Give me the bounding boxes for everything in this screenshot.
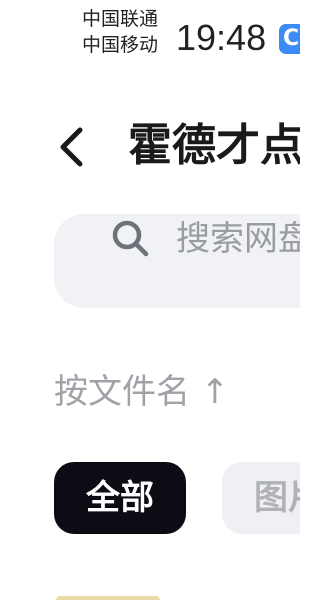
carrier-info: 中国联通 中国移动 xyxy=(82,6,158,58)
carrier-2: 中国移动 xyxy=(82,34,159,56)
status-time: 19:48 xyxy=(176,17,267,58)
page-title: 霍德才点 xyxy=(128,120,300,171)
netdisk-folder-screen: 中国联通 中国移动 19:48 C 霍德才点 搜索网盘 按文件名 ↑ 全部 图片 xyxy=(0,0,300,600)
notification-app-icon: C xyxy=(279,24,300,54)
back-arrow-icon[interactable] xyxy=(54,124,90,170)
filter-chip-images[interactable]: 图片 xyxy=(222,462,300,534)
carrier-1: 中国联通 xyxy=(82,8,159,30)
filter-chip-all[interactable]: 全部 xyxy=(54,462,186,534)
sort-by-filename-toggle[interactable]: 按文件名 ↑ xyxy=(54,368,229,416)
search-icon xyxy=(112,220,149,257)
file-list-item-thumbnail[interactable] xyxy=(56,596,160,600)
search-placeholder: 搜索网盘 xyxy=(176,219,300,259)
search-input[interactable]: 搜索网盘 xyxy=(54,214,300,308)
